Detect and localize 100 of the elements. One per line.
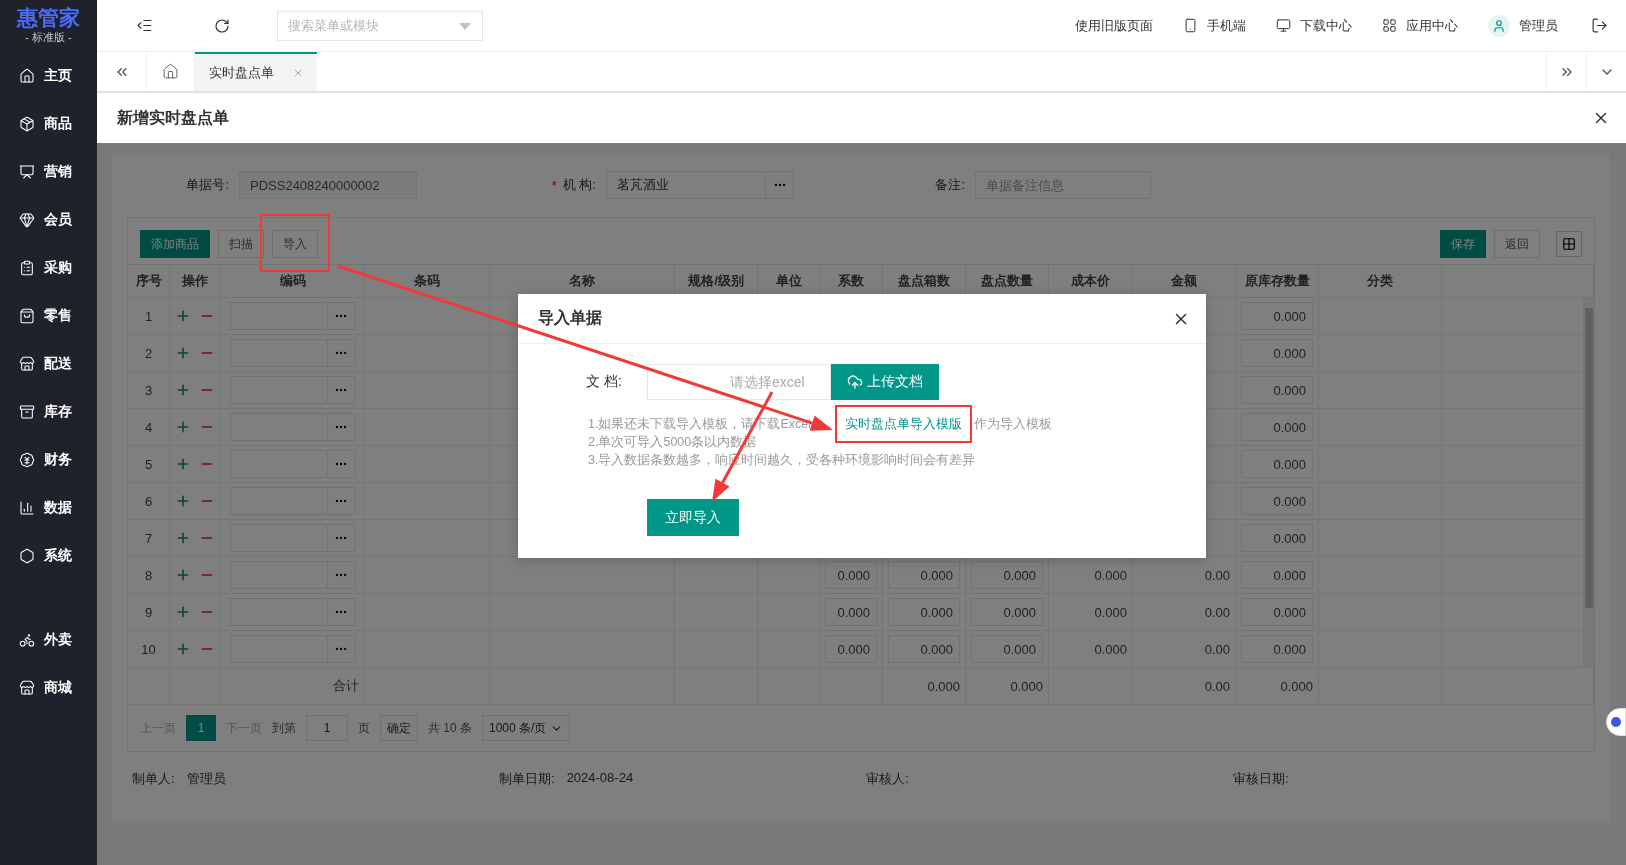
code-field[interactable]: [229, 598, 356, 626]
number-field[interactable]: 0.000: [888, 561, 960, 589]
document-number-field[interactable]: PDSS2408240000002: [239, 171, 417, 199]
home-icon: [162, 63, 179, 80]
plus-icon[interactable]: [175, 567, 191, 583]
table-cell: 0.00: [1133, 594, 1236, 631]
code-field[interactable]: [229, 302, 356, 330]
number-field[interactable]: 0.000: [1241, 561, 1313, 589]
sidebar-item[interactable]: 系统: [0, 532, 97, 580]
code-field[interactable]: [229, 635, 356, 663]
toolbar-button[interactable]: 添加商品: [140, 230, 210, 258]
plus-icon[interactable]: [175, 419, 191, 435]
sidebar-item[interactable]: 商品: [0, 100, 97, 148]
store-icon: [19, 680, 35, 696]
number-field[interactable]: 0.000: [825, 561, 877, 589]
footer-label: 审核日期:: [1233, 770, 1289, 788]
import-button[interactable]: 立即导入: [647, 499, 739, 536]
number-field[interactable]: 0.000: [971, 561, 1043, 589]
header-link[interactable]: 手机端: [1183, 16, 1246, 35]
sidebar-item[interactable]: 外卖: [0, 616, 97, 664]
plus-icon[interactable]: [175, 382, 191, 398]
column-header: 编码: [221, 265, 365, 298]
plus-icon[interactable]: [175, 308, 191, 324]
code-field[interactable]: [229, 376, 356, 404]
plus-icon[interactable]: [175, 641, 191, 657]
sidebar-item[interactable]: 库存: [0, 388, 97, 436]
number-field[interactable]: 0.000: [888, 598, 960, 626]
code-field[interactable]: [229, 339, 356, 367]
number-field[interactable]: 0.000: [1241, 524, 1313, 552]
hexagon-icon: [19, 548, 35, 564]
page-tab[interactable]: 实时盘点单: [195, 52, 317, 91]
page-input[interactable]: 1: [306, 715, 348, 741]
table-cell: 3: [128, 372, 170, 409]
code-field[interactable]: [229, 487, 356, 515]
plus-icon[interactable]: [175, 456, 191, 472]
header-link[interactable]: 下载中心: [1276, 16, 1352, 35]
plus-icon[interactable]: [175, 493, 191, 509]
template-link[interactable]: 实时盘点单导入模版: [845, 416, 962, 433]
number-field[interactable]: 0.000: [1241, 413, 1313, 441]
scrollbar-track[interactable]: [1584, 298, 1594, 668]
header-link[interactable]: 使用旧版页面: [1075, 16, 1153, 35]
toolbar-button[interactable]: 导入: [272, 230, 318, 258]
code-field[interactable]: [229, 524, 356, 552]
number-field[interactable]: 0.000: [1241, 376, 1313, 404]
search-field[interactable]: 搜索菜单或模块: [277, 10, 483, 41]
sidebar-item[interactable]: 商城: [0, 664, 97, 712]
yen-icon: [19, 452, 35, 468]
toolbar-button[interactable]: 扫描: [218, 230, 264, 258]
code-field[interactable]: [229, 450, 356, 478]
upload-button[interactable]: 上传文档: [831, 364, 939, 400]
number-field[interactable]: 0.000: [971, 598, 1043, 626]
number-field[interactable]: 0.000: [825, 635, 877, 663]
column-header: 原库存数量: [1236, 265, 1319, 298]
header-link[interactable]: 应用中心: [1382, 16, 1458, 35]
user-menu[interactable]: 管理员: [1488, 14, 1558, 37]
toolbar-button[interactable]: 返回: [1494, 230, 1540, 258]
code-field[interactable]: [229, 561, 356, 589]
columns-button[interactable]: [1556, 231, 1582, 257]
number-field[interactable]: 0.000: [1241, 302, 1313, 330]
bike-icon: [19, 632, 35, 648]
number-field[interactable]: 0.000: [1241, 450, 1313, 478]
organization-field[interactable]: 茗芃酒业: [606, 171, 794, 199]
number-field[interactable]: 0.000: [888, 635, 960, 663]
number-field[interactable]: 0.000: [1241, 598, 1313, 626]
plus-icon[interactable]: [175, 604, 191, 620]
sidebar-item[interactable]: 采购: [0, 244, 97, 292]
scrollbar-thumb[interactable]: [1585, 308, 1593, 608]
number-field[interactable]: 0.000: [1241, 339, 1313, 367]
page-unit: 页: [358, 719, 370, 737]
sidebar-item[interactable]: 零售: [0, 292, 97, 340]
plus-icon[interactable]: [175, 530, 191, 546]
toolbar-button[interactable]: 保存: [1440, 230, 1486, 258]
logout-icon[interactable]: [1590, 17, 1608, 34]
file-field[interactable]: 请选择excel: [647, 364, 831, 400]
menu-icon[interactable]: [135, 17, 153, 34]
plus-icon[interactable]: [175, 345, 191, 361]
number-field[interactable]: 0.000: [825, 598, 877, 626]
number-field[interactable]: 0.000: [1241, 487, 1313, 515]
sidebar-item[interactable]: 会员: [0, 196, 97, 244]
store-icon: [19, 356, 35, 372]
table-cell: 8: [128, 557, 170, 594]
page-size-select[interactable]: 1000 条/页: [482, 715, 571, 741]
phone-icon: [1183, 18, 1198, 33]
home-icon: [19, 68, 35, 84]
sidebar-item[interactable]: 主页: [0, 52, 97, 100]
grid-icon: [1562, 237, 1576, 251]
presentation-icon: [19, 164, 35, 180]
page-number[interactable]: 1: [186, 715, 216, 741]
refresh-icon[interactable]: [214, 17, 230, 34]
sidebar-item[interactable]: 财务: [0, 436, 97, 484]
number-field[interactable]: 0.000: [1241, 635, 1313, 663]
number-field[interactable]: 0.000: [971, 635, 1043, 663]
sidebar-item[interactable]: 配送: [0, 340, 97, 388]
apps-icon: [1382, 18, 1397, 33]
confirm-button[interactable]: 确定: [380, 715, 418, 741]
code-field[interactable]: [229, 413, 356, 441]
table-cell: 合计: [221, 668, 365, 705]
sidebar-item[interactable]: 营销: [0, 148, 97, 196]
field-label: 备注:: [935, 176, 965, 194]
sidebar-item[interactable]: 数据: [0, 484, 97, 532]
